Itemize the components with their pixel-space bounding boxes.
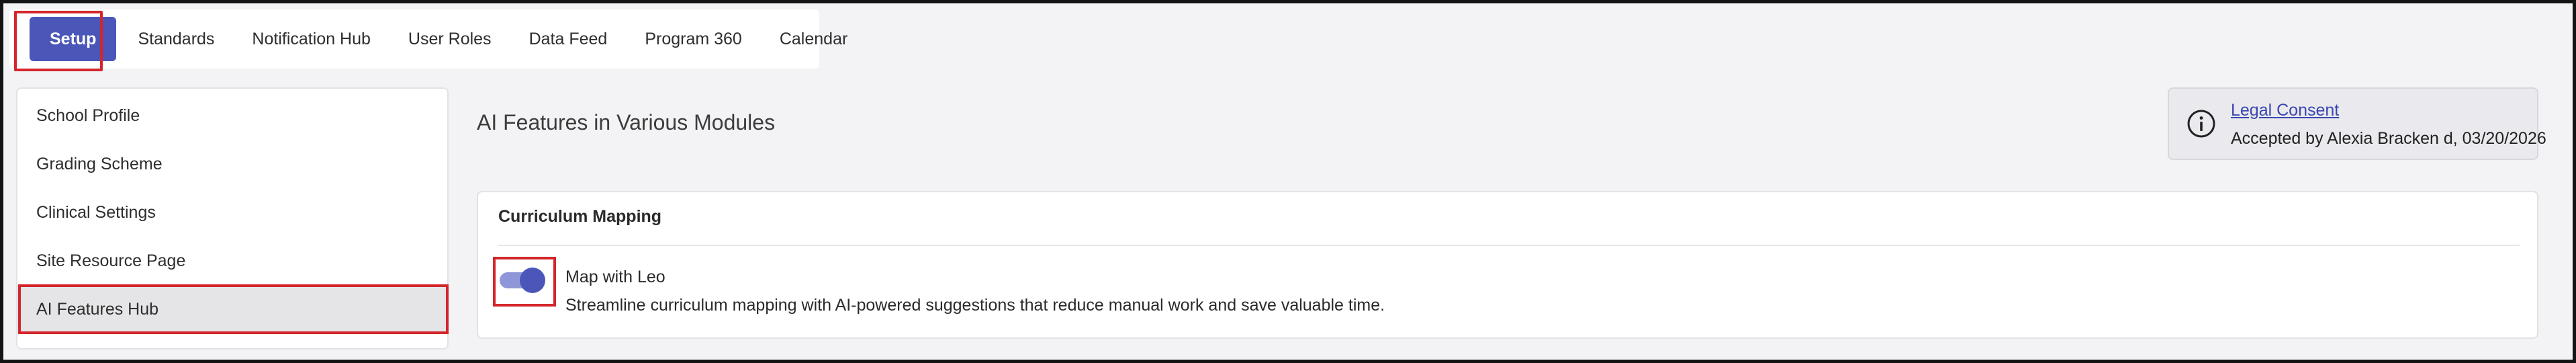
map-with-leo-toggle[interactable] xyxy=(500,268,545,293)
tab-standards[interactable]: Standards xyxy=(119,17,233,61)
tab-data-feed[interactable]: Data Feed xyxy=(510,17,627,61)
settings-sidebar: School Profile Grading Scheme Clinical S… xyxy=(16,87,449,350)
consent-accepted-text: Accepted by Alexia Bracken d, 03/20/2026 xyxy=(2231,129,2546,148)
top-tab-bar: Setup Standards Notification Hub User Ro… xyxy=(9,9,847,69)
tab-program-360[interactable]: Program 360 xyxy=(626,17,761,61)
legal-consent-link[interactable]: Legal Consent xyxy=(2231,101,2339,120)
feature-name: Map with Leo xyxy=(565,268,665,286)
sidebar-item-school-profile[interactable]: School Profile xyxy=(17,91,447,140)
module-card-curriculum-mapping: Curriculum Mapping Map with Leo Streamli… xyxy=(477,191,2538,339)
sidebar-item-ai-features-hub[interactable]: AI Features Hub xyxy=(17,285,447,333)
page-title: AI Features in Various Modules xyxy=(477,110,776,134)
module-title: Curriculum Mapping xyxy=(498,207,662,226)
tab-calendar[interactable]: Calendar xyxy=(761,17,866,61)
sidebar-item-grading-scheme[interactable]: Grading Scheme xyxy=(17,140,447,188)
sidebar-item-clinical-settings[interactable]: Clinical Settings xyxy=(17,188,447,237)
legal-consent-panel: Legal Consent Accepted by Alexia Bracken… xyxy=(2168,87,2546,160)
tab-setup[interactable]: Setup xyxy=(30,17,117,61)
toggle-knob xyxy=(520,268,545,293)
feature-description: Streamline curriculum mapping with AI-po… xyxy=(565,296,1385,315)
tab-notification-hub[interactable]: Notification Hub xyxy=(233,17,389,61)
info-icon xyxy=(2187,110,2215,138)
tab-user-roles[interactable]: User Roles xyxy=(389,17,510,61)
sidebar-item-site-resource-page[interactable]: Site Resource Page xyxy=(17,237,447,285)
module-divider xyxy=(498,245,2520,246)
